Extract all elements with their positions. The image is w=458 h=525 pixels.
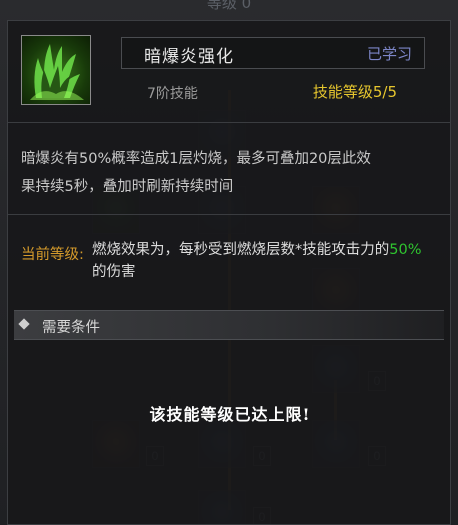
divider bbox=[8, 122, 450, 123]
diamond-bullet-icon bbox=[18, 318, 30, 330]
green-flame-claw-icon bbox=[21, 35, 91, 105]
requirements-header[interactable]: 需要条件 bbox=[14, 310, 444, 340]
skill-tooltip: 暗爆炎强化 已学习 7阶技能 技能等级5/5 暗爆炎有50%概率造成1层灼烧，最… bbox=[7, 20, 451, 525]
requirements-label: 需要条件 bbox=[42, 320, 100, 336]
divider bbox=[8, 214, 450, 215]
skill-name: 暗爆炎强化 bbox=[144, 47, 234, 67]
skill-level: 技能等级5/5 bbox=[312, 83, 397, 101]
current-level-label: 当前等级: bbox=[21, 247, 84, 263]
current-level-effect: 燃烧效果为，每秒受到燃烧层数*技能攻击力的50% 的伤害 bbox=[92, 239, 432, 283]
current-level-text: 燃烧效果为，每秒受到燃烧层数*技能攻击力的 bbox=[92, 242, 390, 258]
learned-status: 已学习 bbox=[366, 45, 412, 63]
skill-tier: 7阶技能 bbox=[147, 86, 198, 102]
tree-header: 等级 0 bbox=[206, 0, 252, 12]
current-level-percent: 50% bbox=[389, 242, 422, 258]
skill-title-box: 暗爆炎强化 已学习 bbox=[121, 37, 425, 69]
max-level-message: 该技能等级已达上限! bbox=[149, 405, 311, 424]
skill-description: 暗爆炎有50%概率造成1层灼烧，最多可叠加20层此效果持续5秒，叠加时刷新持续时… bbox=[21, 151, 371, 195]
current-level-text-after: 的伤害 bbox=[92, 264, 136, 280]
